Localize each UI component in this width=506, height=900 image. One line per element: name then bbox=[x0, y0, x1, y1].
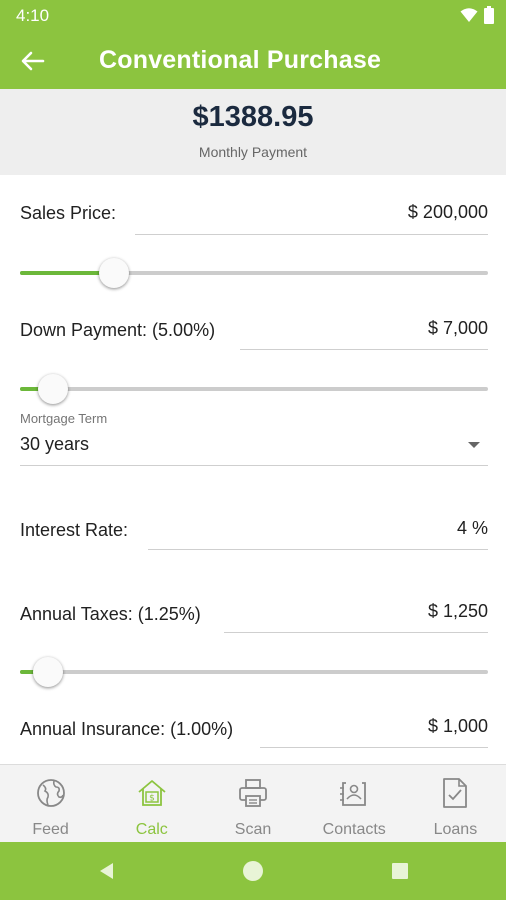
mortgage-term-caption: Mortgage Term bbox=[20, 411, 108, 426]
interest-rate-input[interactable]: 4 % bbox=[457, 518, 488, 539]
triangle-back-icon bbox=[100, 863, 113, 879]
contacts-icon bbox=[338, 777, 370, 809]
monthly-payment-amount: $1388.95 bbox=[192, 101, 314, 133]
nav-label-contacts: Contacts bbox=[322, 821, 386, 838]
svg-text:$: $ bbox=[149, 794, 155, 804]
nav-item-contacts[interactable]: Contacts bbox=[304, 765, 405, 842]
slider-thumb[interactable] bbox=[98, 258, 129, 288]
system-nav-bar bbox=[0, 842, 506, 900]
annual-taxes-underline bbox=[224, 632, 488, 633]
system-home-button[interactable] bbox=[241, 859, 265, 883]
sales-price-underline bbox=[135, 234, 488, 235]
slider-thumb[interactable] bbox=[33, 657, 64, 687]
arrow-left-icon bbox=[21, 51, 45, 71]
status-icons bbox=[460, 6, 494, 24]
nav-label-scan: Scan bbox=[234, 821, 272, 838]
annual-insurance-input[interactable]: $ 1,000 bbox=[428, 716, 488, 737]
nav-label-calc: Calc bbox=[135, 821, 168, 838]
nav-item-loans[interactable]: Loans bbox=[405, 765, 506, 842]
down-payment-label: Down Payment: (5.00%) bbox=[20, 320, 216, 340]
house-dollar-icon: $ bbox=[136, 777, 168, 809]
sales-price-label: Sales Price: bbox=[20, 203, 117, 223]
payment-summary: $1388.95 Monthly Payment bbox=[0, 89, 506, 175]
interest-rate-label: Interest Rate: bbox=[20, 520, 129, 540]
battery-icon bbox=[484, 6, 494, 24]
nav-label-feed: Feed bbox=[32, 821, 69, 838]
down-payment-underline bbox=[240, 349, 488, 350]
sales-price-input[interactable]: $ 200,000 bbox=[408, 202, 488, 223]
nav-label-loans: Loans bbox=[433, 821, 478, 838]
app-bar: Conventional Purchase bbox=[0, 32, 506, 89]
document-check-icon bbox=[439, 777, 471, 809]
interest-rate-underline bbox=[148, 549, 488, 550]
bottom-nav: Feed $ Calc Scan Contacts Loans bbox=[0, 764, 506, 842]
circle-home-icon bbox=[243, 861, 263, 881]
nav-item-calc[interactable]: $ Calc bbox=[101, 765, 202, 842]
nav-item-feed[interactable]: Feed bbox=[0, 765, 101, 842]
annual-taxes-input[interactable]: $ 1,250 bbox=[428, 601, 488, 622]
sales-price-slider[interactable] bbox=[20, 258, 488, 288]
down-payment-slider[interactable] bbox=[20, 374, 488, 404]
system-back-button[interactable] bbox=[94, 859, 118, 883]
status-bar: 4:10 bbox=[0, 0, 506, 32]
mortgage-term-value: 30 years bbox=[20, 434, 90, 454]
mortgage-term-select[interactable]: 30 years bbox=[20, 430, 488, 466]
status-time: 4:10 bbox=[16, 6, 50, 25]
slider-track bbox=[20, 387, 488, 391]
nav-item-scan[interactable]: Scan bbox=[202, 765, 303, 842]
annual-taxes-label: Annual Taxes: (1.25%) bbox=[20, 604, 201, 624]
slider-thumb[interactable] bbox=[37, 374, 68, 404]
printer-icon bbox=[237, 777, 269, 809]
annual-insurance-underline bbox=[260, 747, 488, 748]
globe-icon bbox=[35, 777, 67, 809]
system-recents-button[interactable] bbox=[388, 859, 412, 883]
down-payment-input[interactable]: $ 7,000 bbox=[428, 318, 488, 339]
back-button[interactable] bbox=[16, 46, 50, 76]
annual-taxes-slider[interactable] bbox=[20, 657, 488, 687]
dropdown-arrow-icon bbox=[468, 442, 480, 448]
page-title: Conventional Purchase bbox=[99, 46, 382, 74]
monthly-payment-label: Monthly Payment bbox=[198, 144, 308, 160]
wifi-icon bbox=[460, 8, 478, 22]
slider-track bbox=[20, 670, 488, 674]
annual-insurance-label: Annual Insurance: (1.00%) bbox=[20, 719, 234, 739]
square-recents-icon bbox=[392, 863, 408, 879]
